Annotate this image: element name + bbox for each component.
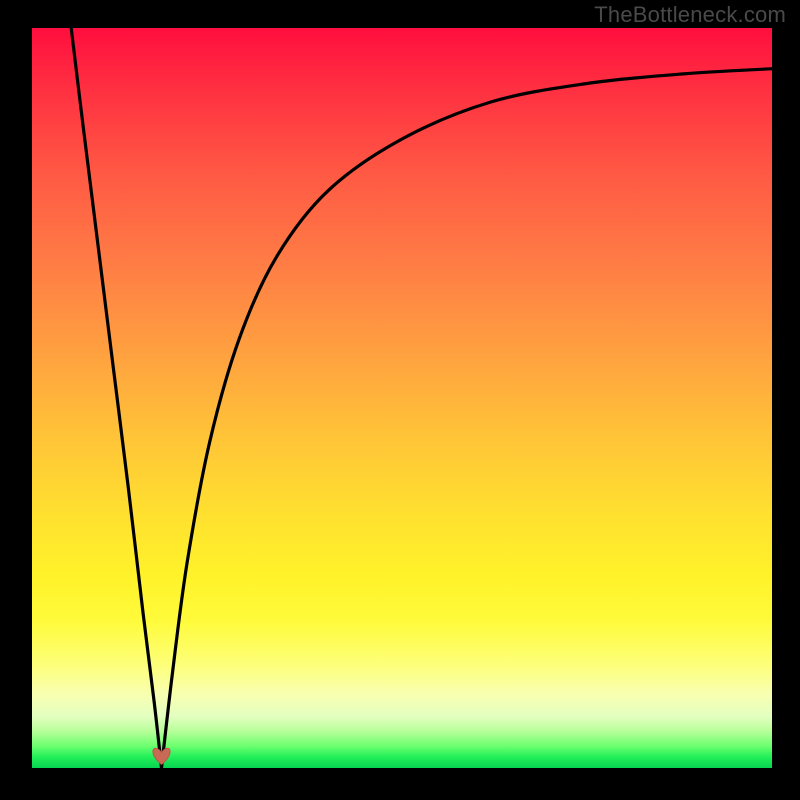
plot-area: [32, 28, 772, 768]
bottleneck-curve: [71, 28, 772, 768]
optimum-heart-icon: [153, 748, 170, 764]
optimum-heart-icon: [153, 748, 170, 764]
curve-layer: [32, 28, 772, 768]
chart-frame: TheBottleneck.com: [0, 0, 800, 800]
watermark-label: TheBottleneck.com: [594, 2, 786, 28]
